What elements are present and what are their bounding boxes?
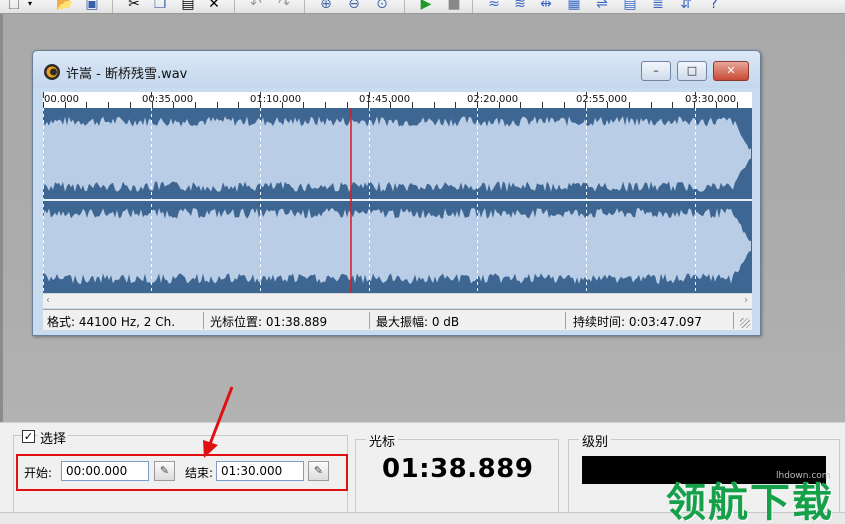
app-icon (44, 64, 60, 80)
new-icon[interactable]: 🗋 (6, 0, 22, 12)
effect-icon-6[interactable]: ▤ (622, 0, 638, 12)
status-separator (369, 312, 370, 329)
status-max-amplitude: 最大振幅: 0 dB (376, 315, 460, 329)
status-cursor-position: 光标位置: 01:38.889 (210, 315, 328, 329)
effect-icon-1[interactable]: ≈ (486, 0, 502, 12)
scroll-left-icon[interactable]: ‹ (46, 294, 50, 308)
minimize-button[interactable]: – (641, 61, 671, 81)
status-separator (203, 312, 204, 329)
close-button[interactable]: ✕ (713, 61, 749, 81)
waveform-view[interactable] (43, 108, 752, 293)
watermark-logo: 领航下载 (666, 480, 834, 524)
status-separator (565, 312, 566, 329)
timeline-label: 02:55.000 (576, 94, 628, 105)
status-format: 格式: 44100 Hz, 2 Ch. (47, 315, 176, 329)
ruler-major-tick (151, 92, 152, 98)
save-icon[interactable]: ▣ (84, 0, 100, 12)
cursor-group-title: 光标 (366, 431, 399, 450)
dropdown-icon[interactable]: ▾ (22, 0, 38, 12)
effect-icon-4[interactable]: ▦ (566, 0, 582, 12)
help-icon[interactable]: ? (706, 0, 722, 12)
wave-window[interactable]: 许嵩 - 断桥残雪.wav – □ ✕ 00.000 00:35.000 01:… (32, 50, 761, 336)
zoom-out-icon[interactable]: ⊖ (346, 0, 362, 12)
selection-checkbox[interactable]: ✓ (22, 430, 35, 443)
effect-icon-2[interactable]: ≋ (512, 0, 528, 12)
toolbar-separator (404, 0, 405, 13)
scroll-right-icon[interactable]: › (744, 294, 748, 308)
toolbar-separator (234, 0, 235, 13)
effect-icon-7[interactable]: ≣ (650, 0, 666, 12)
timeline-label: 01:45.000 (359, 94, 411, 105)
annotation-highlight-box (16, 454, 348, 491)
effect-icon-8[interactable]: ⇵ (678, 0, 694, 12)
zoom-fit-icon[interactable]: ⊙ (374, 0, 390, 12)
timeline-label: 00:35.000 (142, 94, 194, 105)
open-icon[interactable]: 📂 (56, 0, 73, 12)
ruler-major-tick (695, 92, 696, 98)
waveform-core (43, 136, 738, 172)
waveform-graphic (43, 108, 752, 293)
timeline-label: 01:10.000 (250, 94, 302, 105)
delete-icon[interactable]: ✕ (206, 0, 222, 12)
effect-icon-5[interactable]: ⇌ (594, 0, 610, 12)
timeline-label: 00.000 (44, 94, 79, 105)
timeline-label: 02:20.000 (467, 94, 519, 105)
effect-icon-3[interactable]: ⇹ (538, 0, 554, 12)
level-group-title: 级别 (579, 431, 612, 450)
maximize-button[interactable]: □ (677, 61, 707, 81)
ruler-major-tick (586, 92, 587, 98)
status-separator (733, 312, 734, 329)
timeline-ruler[interactable]: 00.000 00:35.000 01:10.000 01:45.000 02:… (43, 92, 752, 108)
window-titlebar[interactable]: 许嵩 - 断桥残雪.wav – □ ✕ (33, 51, 760, 88)
toolbar: 🗋 ▾ 📂 ▣ ✂ ❐ ▤ ✕ ↶ ↷ ⊕ ⊖ ⊙ ▶ ■ ≈ ≋ ⇹ ▦ ⇌ … (0, 0, 845, 14)
wave-status-bar: 格式: 44100 Hz, 2 Ch. 光标位置: 01:38.889 最大振幅… (43, 309, 752, 330)
undo-icon[interactable]: ↶ (248, 0, 264, 12)
ruler-major-tick (369, 92, 370, 98)
window-title: 许嵩 - 断桥残雪.wav (66, 67, 188, 82)
paste-icon[interactable]: ▤ (180, 0, 196, 12)
timeline-label: 03:30.000 (685, 94, 737, 105)
ruler-major-tick (477, 92, 478, 98)
cursor-time-display: 01:38.889 (382, 454, 534, 484)
redo-icon[interactable]: ↷ (276, 0, 292, 12)
stop-icon[interactable]: ■ (446, 0, 462, 12)
toolbar-separator (112, 0, 113, 13)
copy-icon[interactable]: ❐ (152, 0, 168, 12)
waveform-core (43, 228, 738, 264)
toolbar-separator (472, 0, 473, 13)
status-duration: 持续时间: 0:03:47.097 (573, 315, 702, 329)
workspace-edge (0, 14, 3, 422)
resize-grip-icon[interactable] (740, 318, 750, 328)
toolbar-separator (304, 0, 305, 13)
cut-icon[interactable]: ✂ (126, 0, 142, 12)
ruler-major-tick (260, 92, 261, 98)
horizontal-scrollbar[interactable]: ‹ › (43, 293, 752, 308)
zoom-in-icon[interactable]: ⊕ (318, 0, 334, 12)
ruler-major-tick (43, 92, 44, 98)
play-icon[interactable]: ▶ (418, 0, 434, 12)
selection-label: 选择 (38, 428, 69, 447)
